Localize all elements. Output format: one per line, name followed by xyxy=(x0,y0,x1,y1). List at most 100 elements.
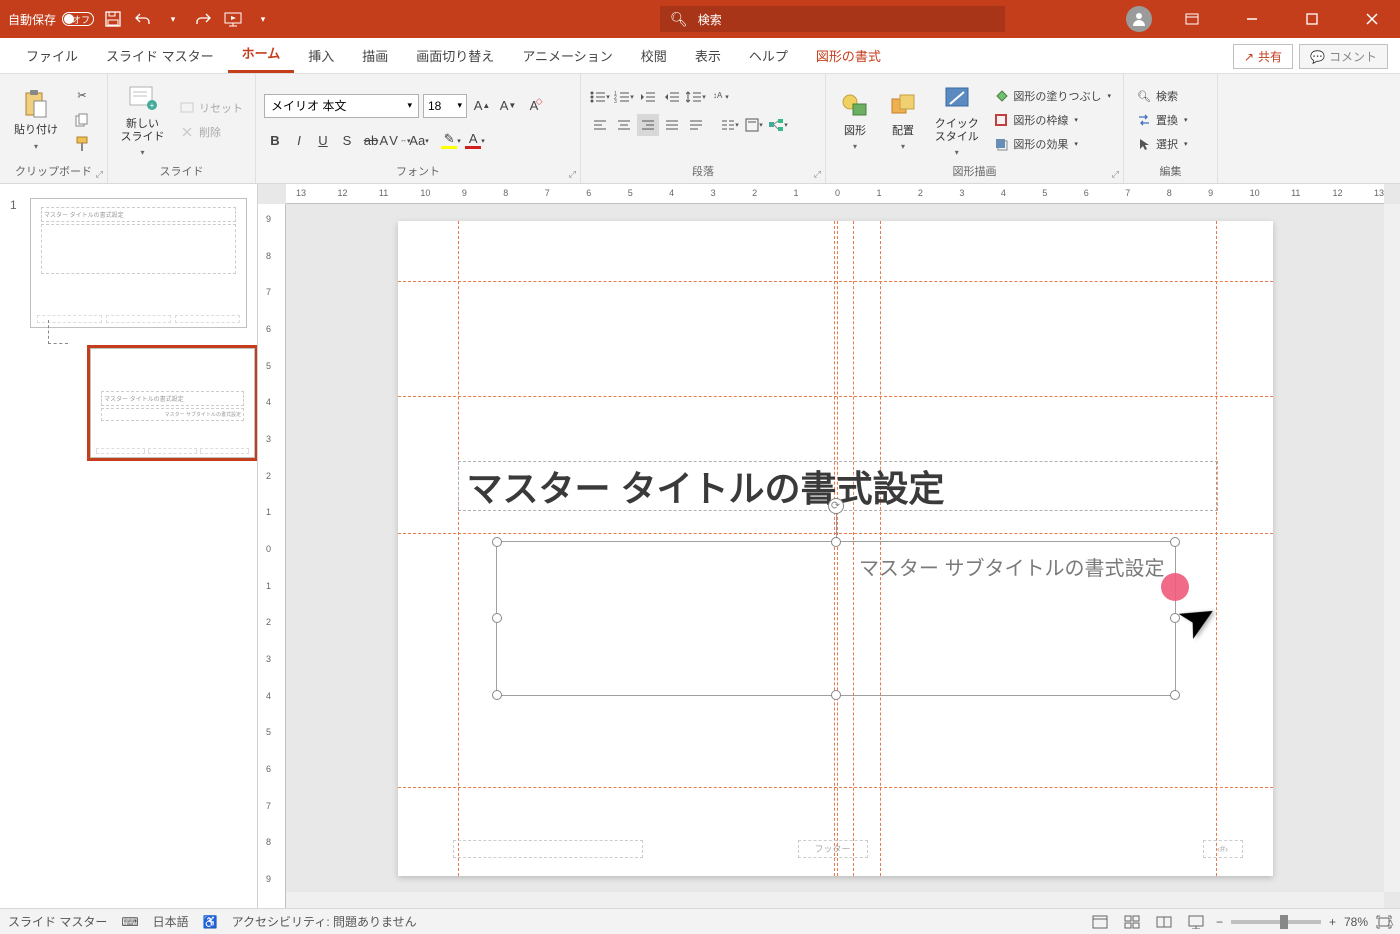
replace-button[interactable]: 置換▾ xyxy=(1132,110,1209,130)
increase-indent-button[interactable] xyxy=(661,86,683,108)
convert-to-smartart-button[interactable]: ▾ xyxy=(767,114,789,136)
thumbnails-panel[interactable]: 1 マスター タイトルの書式設定 マスター タイトルの書式設定 マスター サブタ… xyxy=(0,184,258,908)
view-sorter-button[interactable] xyxy=(1120,912,1144,932)
line-spacing-button[interactable]: ▾ xyxy=(685,86,707,108)
tab-draw[interactable]: 描画 xyxy=(348,38,402,73)
italic-button[interactable]: I xyxy=(288,130,310,152)
scrollbar-vertical[interactable] xyxy=(1384,204,1400,892)
maximize-icon[interactable] xyxy=(1292,0,1332,38)
numbering-button[interactable]: 123▾ xyxy=(613,86,635,108)
format-painter-button[interactable] xyxy=(70,134,94,154)
bullets-button[interactable]: ▾ xyxy=(589,86,611,108)
master-thumbnail[interactable]: 1 マスター タイトルの書式設定 xyxy=(0,194,257,332)
arrange-button[interactable]: 配置 ▾ xyxy=(882,85,924,155)
cut-button[interactable]: ✂ xyxy=(70,86,94,106)
text-direction-button[interactable]: ↕A▾ xyxy=(709,86,731,108)
search-box[interactable]: 🔍︎ 検索 xyxy=(660,6,1005,32)
scrollbar-horizontal[interactable] xyxy=(286,892,1384,908)
tab-animations[interactable]: アニメーション xyxy=(508,38,626,73)
minimize-icon[interactable] xyxy=(1232,0,1272,38)
quick-styles-button[interactable]: クイック スタイル ▾ xyxy=(930,78,983,161)
highlight-color-button[interactable]: ✎▾ xyxy=(440,130,462,152)
tab-review[interactable]: 校閲 xyxy=(627,38,681,73)
subtitle-placeholder[interactable]: ⟳ マスター サブタイトルの書式設定 xyxy=(496,541,1176,696)
footer-center-placeholder[interactable]: フッター xyxy=(798,840,868,858)
resize-handle-sw[interactable] xyxy=(492,690,502,700)
decrease-indent-button[interactable] xyxy=(637,86,659,108)
zoom-slider[interactable] xyxy=(1231,920,1321,924)
distribute-button[interactable] xyxy=(685,114,707,136)
resize-handle-nw[interactable] xyxy=(492,537,502,547)
undo-dropdown-icon[interactable]: ▾ xyxy=(164,10,182,28)
comments-button[interactable]: 💬コメント xyxy=(1299,44,1388,69)
thumb-layout-1[interactable]: マスター タイトルの書式設定 マスター サブタイトルの書式設定 xyxy=(90,348,255,458)
collapse-ribbon-icon[interactable]: ˄ xyxy=(1387,916,1394,930)
present-from-start-icon[interactable] xyxy=(224,10,242,28)
paragraph-dialog-launcher[interactable]: ⤢ xyxy=(814,169,821,180)
shape-effects-button[interactable]: 図形の効果▾ xyxy=(989,134,1115,154)
ribbon-display-options-icon[interactable] xyxy=(1172,0,1212,38)
footer-date-placeholder[interactable] xyxy=(453,840,643,858)
drawing-dialog-launcher[interactable]: ⤢ xyxy=(1112,169,1119,180)
thumb-master[interactable]: マスター タイトルの書式設定 xyxy=(30,198,247,328)
status-accessibility[interactable]: アクセシビリティ: 問題ありません xyxy=(232,913,417,930)
tab-file[interactable]: ファイル xyxy=(12,38,92,73)
autosave-toggle[interactable]: オフ xyxy=(62,12,94,26)
tab-insert[interactable]: 挿入 xyxy=(294,38,348,73)
zoom-out-button[interactable]: − xyxy=(1216,915,1223,929)
guide-v[interactable] xyxy=(1216,221,1217,876)
resize-handle-w[interactable] xyxy=(492,613,502,623)
resize-handle-n[interactable] xyxy=(831,537,841,547)
status-language[interactable]: 日本語 xyxy=(153,913,189,930)
character-spacing-button[interactable]: AV↔▾ xyxy=(384,130,406,152)
undo-icon[interactable] xyxy=(134,10,152,28)
align-center-button[interactable] xyxy=(613,114,635,136)
change-case-button[interactable]: Aa▾ xyxy=(408,130,430,152)
qat-customize-icon[interactable]: ▾ xyxy=(254,10,272,28)
tab-home[interactable]: ホーム xyxy=(228,35,295,73)
bold-button[interactable]: B xyxy=(264,130,286,152)
shapes-button[interactable]: 図形 ▾ xyxy=(834,85,876,155)
clipboard-dialog-launcher[interactable]: ⤢ xyxy=(96,169,103,180)
share-button[interactable]: ↗共有 xyxy=(1233,44,1293,69)
increase-font-size-button[interactable]: A▲ xyxy=(471,95,493,117)
footer-slidenum-placeholder[interactable]: ‹#› xyxy=(1203,840,1243,858)
view-slideshow-button[interactable] xyxy=(1184,912,1208,932)
view-normal-button[interactable] xyxy=(1088,912,1112,932)
shadow-button[interactable]: S xyxy=(336,130,358,152)
zoom-thumb[interactable] xyxy=(1280,915,1288,929)
resize-handle-ne[interactable] xyxy=(1170,537,1180,547)
guide-h[interactable] xyxy=(398,787,1273,788)
find-button[interactable]: 🔍︎検索 xyxy=(1132,86,1209,106)
new-slide-button[interactable]: + 新しい スライド ▾ xyxy=(116,78,169,161)
columns-button[interactable]: ▾ xyxy=(719,114,741,136)
select-button[interactable]: 選択▾ xyxy=(1132,134,1209,154)
tab-transitions[interactable]: 画面切り替え xyxy=(402,38,508,73)
font-size-combo[interactable]: 18▾ xyxy=(423,94,467,118)
tab-help[interactable]: ヘルプ xyxy=(735,38,802,73)
close-icon[interactable] xyxy=(1352,0,1392,38)
guide-h[interactable] xyxy=(398,396,1273,397)
guide-v[interactable] xyxy=(458,221,459,876)
font-color-button[interactable]: A▾ xyxy=(464,130,486,152)
zoom-value[interactable]: 78% xyxy=(1344,915,1368,929)
clear-formatting-button[interactable]: A◇ xyxy=(523,95,545,117)
user-avatar[interactable] xyxy=(1126,6,1152,32)
resize-handle-se[interactable] xyxy=(1170,690,1180,700)
tab-view[interactable]: 表示 xyxy=(681,38,735,73)
tab-slide-master[interactable]: スライド マスター xyxy=(92,38,228,73)
copy-button[interactable] xyxy=(70,110,94,130)
status-lang-icon[interactable]: ⌨ xyxy=(121,915,138,929)
font-dialog-launcher[interactable]: ⤢ xyxy=(569,169,576,180)
underline-button[interactable]: U xyxy=(312,130,334,152)
save-icon[interactable] xyxy=(104,10,122,28)
align-left-button[interactable] xyxy=(589,114,611,136)
decrease-font-size-button[interactable]: A▼ xyxy=(497,95,519,117)
justify-button[interactable] xyxy=(661,114,683,136)
font-name-combo[interactable]: メイリオ 本文▾ xyxy=(264,94,419,118)
rotate-handle[interactable]: ⟳ xyxy=(828,498,844,514)
guide-h[interactable] xyxy=(398,281,1273,282)
tab-shape-format[interactable]: 図形の書式 xyxy=(802,38,895,73)
zoom-in-button[interactable]: + xyxy=(1329,915,1336,929)
shape-outline-button[interactable]: 図形の枠線▾ xyxy=(989,110,1115,130)
